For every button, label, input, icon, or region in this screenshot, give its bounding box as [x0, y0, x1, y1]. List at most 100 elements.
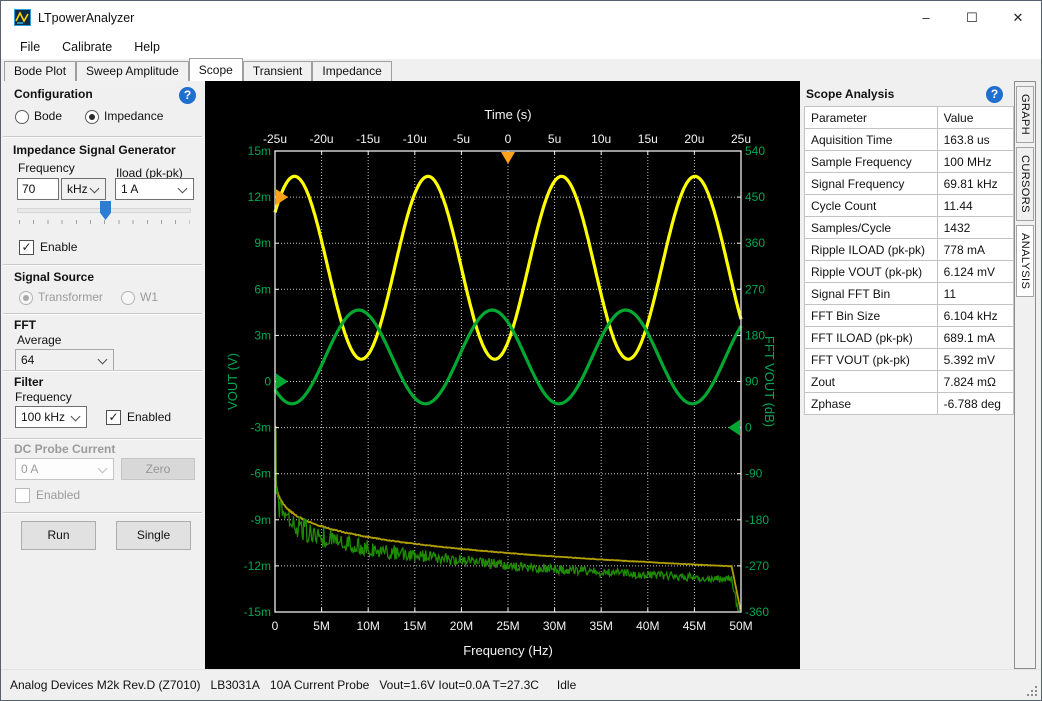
- svg-text:0: 0: [745, 421, 752, 435]
- frequency-input[interactable]: [17, 178, 59, 200]
- impedance-radio[interactable]: [85, 110, 99, 124]
- svg-text:VOUT (V): VOUT (V): [225, 353, 240, 410]
- table-row[interactable]: FFT ILOAD (pk-pk)689.1 mA: [805, 327, 1014, 349]
- tab-scope[interactable]: Scope: [189, 58, 243, 81]
- amplitude-slider-ticks: [19, 220, 190, 224]
- analysis-panel: Scope Analysis ? Parameter Value Aquisit…: [800, 81, 1014, 669]
- table-row[interactable]: Sample Frequency100 MHz: [805, 151, 1014, 173]
- maximize-button[interactable]: ☐: [949, 1, 995, 34]
- status-state: Idle: [557, 678, 576, 692]
- iload-select[interactable]: 1 A: [115, 178, 194, 200]
- analysis-help-icon[interactable]: ?: [986, 86, 1003, 103]
- value-cell: 11.44: [937, 195, 1013, 217]
- dc-probe-enabled-checkbox: [15, 488, 30, 503]
- tab-transient[interactable]: Transient: [243, 61, 313, 81]
- svg-text:-15u: -15u: [356, 132, 380, 146]
- side-tab-cursors[interactable]: CURSORS: [1016, 147, 1034, 221]
- main-tab-bar: Bode Plot Sweep Amplitude Scope Transien…: [1, 59, 1041, 81]
- svg-text:5M: 5M: [313, 619, 330, 633]
- value-cell: 69.81 kHz: [937, 173, 1013, 195]
- value-cell: 100 MHz: [937, 151, 1013, 173]
- bode-radio-label[interactable]: Bode: [34, 109, 62, 123]
- svg-text:3m: 3m: [254, 328, 271, 342]
- side-tab-analysis[interactable]: ANALYSIS: [1016, 225, 1034, 297]
- frequency-unit-select[interactable]: kHz: [61, 178, 106, 200]
- svg-text:15m: 15m: [248, 144, 271, 158]
- app-icon: [14, 9, 31, 26]
- table-row[interactable]: Zphase-6.788 deg: [805, 393, 1014, 415]
- parameter-cell: Signal FFT Bin: [805, 283, 938, 305]
- parameter-column-header: Parameter: [805, 107, 938, 129]
- side-tab-graph[interactable]: GRAPH: [1016, 86, 1034, 143]
- enable-checkbox-label[interactable]: Enable: [40, 240, 77, 254]
- filter-enabled-checkbox[interactable]: ✓: [106, 410, 121, 425]
- status-readings: Vout=1.6V Iout=0.0A T=27.3C: [379, 678, 539, 692]
- bode-radio[interactable]: [15, 110, 29, 124]
- svg-text:-9m: -9m: [250, 513, 271, 527]
- menu-bar: File Calibrate Help: [1, 34, 1041, 59]
- frequency-unit-value: kHz: [67, 182, 88, 196]
- table-row[interactable]: Samples/Cycle1432: [805, 217, 1014, 239]
- minimize-button[interactable]: –: [903, 1, 949, 34]
- w1-radio-label: W1: [140, 290, 158, 304]
- impedance-radio-label[interactable]: Impedance: [104, 109, 163, 123]
- table-row[interactable]: Ripple VOUT (pk-pk)6.124 mV: [805, 261, 1014, 283]
- run-button[interactable]: Run: [21, 521, 96, 550]
- table-row[interactable]: Signal FFT Bin11: [805, 283, 1014, 305]
- close-button[interactable]: ✕: [995, 1, 1041, 34]
- fft-average-value: 64: [21, 353, 34, 367]
- separator: [3, 136, 202, 138]
- value-cell: -6.788 deg: [937, 393, 1013, 415]
- fft-average-label: Average: [17, 333, 61, 347]
- scope-plot[interactable]: Time (s)Frequency (Hz)VOUT (V)FFT VOUT (…: [205, 81, 800, 669]
- menu-help[interactable]: Help: [123, 37, 171, 57]
- chevron-down-icon: [178, 184, 188, 194]
- tab-sweep-amplitude[interactable]: Sweep Amplitude: [76, 61, 189, 81]
- tab-bode-plot[interactable]: Bode Plot: [4, 61, 76, 81]
- parameter-cell: Aquisition Time: [805, 129, 938, 151]
- resize-grip[interactable]: [1025, 684, 1038, 697]
- side-tab-strip: GRAPH CURSORS ANALYSIS: [1014, 81, 1036, 669]
- table-row[interactable]: Cycle Count11.44: [805, 195, 1014, 217]
- table-row[interactable]: Aquisition Time163.8 us: [805, 129, 1014, 151]
- status-probe: 10A Current Probe: [270, 678, 369, 692]
- value-cell: 163.8 us: [937, 129, 1013, 151]
- amplitude-slider-handle[interactable]: [100, 201, 111, 220]
- configuration-title: Configuration: [14, 87, 93, 101]
- chevron-down-icon: [98, 464, 108, 474]
- svg-text:5u: 5u: [548, 132, 561, 146]
- dc-probe-title: DC Probe Current: [14, 442, 115, 456]
- svg-text:20u: 20u: [684, 132, 704, 146]
- svg-text:Time (s): Time (s): [484, 107, 531, 122]
- single-button[interactable]: Single: [116, 521, 191, 550]
- tab-impedance[interactable]: Impedance: [312, 61, 391, 81]
- svg-text:0: 0: [264, 375, 271, 389]
- separator: [3, 264, 202, 266]
- filter-enabled-label[interactable]: Enabled: [127, 410, 171, 424]
- parameter-cell: Ripple ILOAD (pk-pk): [805, 239, 938, 261]
- svg-text:360: 360: [745, 236, 765, 250]
- enable-checkbox[interactable]: ✓: [19, 240, 34, 255]
- analysis-table: Parameter Value Aquisition Time163.8 usS…: [804, 106, 1014, 415]
- svg-text:-3m: -3m: [250, 421, 271, 435]
- configuration-help-icon[interactable]: ?: [179, 87, 196, 104]
- table-row[interactable]: FFT VOUT (pk-pk)5.392 mV: [805, 349, 1014, 371]
- parameter-cell: Samples/Cycle: [805, 217, 938, 239]
- fft-average-select[interactable]: 64: [15, 349, 114, 371]
- chevron-down-icon: [98, 355, 108, 365]
- status-bar: Analog Devices M2k Rev.D (Z7010) LB3031A…: [1, 669, 1041, 700]
- table-row[interactable]: Zout7.824 mΩ: [805, 371, 1014, 393]
- parameter-cell: FFT Bin Size: [805, 305, 938, 327]
- table-row[interactable]: FFT Bin Size6.104 kHz: [805, 305, 1014, 327]
- analysis-table-body: Aquisition Time163.8 usSample Frequency1…: [805, 129, 1014, 415]
- table-row[interactable]: Signal Frequency69.81 kHz: [805, 173, 1014, 195]
- svg-text:40M: 40M: [636, 619, 659, 633]
- svg-text:180: 180: [745, 328, 765, 342]
- generator-frequency-label: Frequency: [18, 161, 75, 175]
- filter-frequency-select[interactable]: 100 kHz: [15, 406, 87, 428]
- menu-file[interactable]: File: [9, 37, 51, 57]
- transformer-radio: [19, 291, 33, 305]
- fft-title: FFT: [14, 318, 36, 332]
- table-row[interactable]: Ripple ILOAD (pk-pk)778 mA: [805, 239, 1014, 261]
- menu-calibrate[interactable]: Calibrate: [51, 37, 123, 57]
